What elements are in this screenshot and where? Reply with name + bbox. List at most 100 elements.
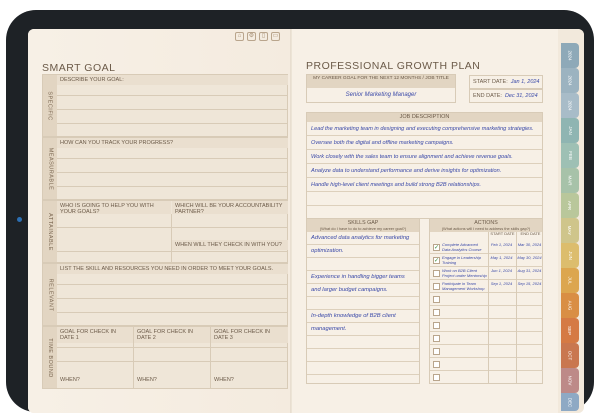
checkin-date-1-header: GOAL FOR CHECK IN DATE 1 <box>57 327 133 343</box>
tab-oct[interactable]: OCT <box>561 343 579 368</box>
tab-dec[interactable]: DEC <box>561 393 579 411</box>
end-date-value: Dec 31, 2024 <box>504 93 538 99</box>
career-goal-box[interactable]: MY CAREER GOAL FOR THE NEXT 12 MONTHS / … <box>306 74 456 103</box>
checkbox[interactable] <box>433 283 440 290</box>
action-text: Complete Advanced Data Analytics Course <box>442 242 482 252</box>
skill-line: and larger budget campaigns. <box>307 284 419 297</box>
action-row-empty <box>430 333 543 345</box>
action-end: Mar 30, 2024 <box>517 242 542 247</box>
specific-section: SPECIFIC DESCRIBE YOUR GOAL: <box>42 74 288 137</box>
skill-line-empty <box>307 349 419 362</box>
side-label: TIME BOUND <box>43 327 57 388</box>
side-label: SPECIFIC <box>43 75 57 136</box>
page-icon[interactable]: ▯ <box>259 32 268 41</box>
settings-icon[interactable]: ⚙ <box>247 32 256 41</box>
action-row: Participate in Team Management Workshop … <box>430 281 543 293</box>
tab-jan[interactable]: JAN <box>561 118 579 143</box>
when-label-3: WHEN? <box>214 377 234 383</box>
checkbox[interactable] <box>433 374 440 381</box>
checkin-header: WHEN WILL THEY CHECK IN WITH YOU? <box>172 240 288 250</box>
job-line: Lead the marketing team in designing and… <box>307 122 542 136</box>
action-text: Participate in Team Management Workshop <box>442 281 485 291</box>
side-label: ATTAINABLE <box>43 201 57 262</box>
job-line: Work closely with the sales team to ensu… <box>307 150 542 164</box>
end-date-label: END DATE: <box>473 93 502 99</box>
checkbox[interactable] <box>433 309 440 316</box>
tab-year-2[interactable]: 2024 <box>561 68 579 93</box>
top-toolbar: ⌂ ⚙ ▯ ▭ <box>235 32 280 41</box>
side-label: MEASURABLE <box>43 138 57 199</box>
bookmark-icon[interactable]: ▭ <box>271 32 280 41</box>
checkin-date-3-header: GOAL FOR CHECK IN DATE 3 <box>211 327 288 343</box>
job-line: Handle high-level client meetings and bu… <box>307 178 542 192</box>
action-start: May 1, 2024 <box>490 255 513 260</box>
checkbox[interactable]: ✓ <box>433 257 440 264</box>
tab-year-3[interactable]: 2024 <box>561 93 579 118</box>
action-row-empty <box>430 372 543 384</box>
home-icon[interactable]: ⌂ <box>235 32 244 41</box>
action-row-empty <box>430 320 543 332</box>
section-header: HOW CAN YOU TRACK YOUR PROGRESS? <box>57 138 288 148</box>
helpers-header: WHO IS GOING TO HELP YOU WITH YOUR GOALS… <box>57 201 171 215</box>
action-row-empty <box>430 359 543 371</box>
checkin-date-2-header: GOAL FOR CHECK IN DATE 2 <box>134 327 210 343</box>
checkbox[interactable] <box>433 322 440 329</box>
job-line-empty <box>307 192 542 206</box>
skills-gap-subheader: (What do I have to do to achieve my care… <box>319 225 407 231</box>
end-date-col: END DATE <box>516 231 544 242</box>
checkbox[interactable] <box>433 348 440 355</box>
actions-box[interactable]: ACTIONS (What actions will I need to addr… <box>429 218 543 384</box>
timebound-section: TIME BOUND GOAL FOR CHECK IN DATE 1 GOAL… <box>42 326 288 389</box>
checkbox[interactable] <box>433 335 440 342</box>
action-start: Sep 1, 2024 <box>490 281 513 286</box>
tab-may[interactable]: MAY <box>561 218 579 243</box>
measurable-section: MEASURABLE HOW CAN YOU TRACK YOUR PROGRE… <box>42 137 288 200</box>
skill-line <box>307 258 419 271</box>
page-title: SMART GOAL <box>42 62 116 74</box>
action-row-empty <box>430 307 543 319</box>
planner-screen: SMART GOAL ⌂ ⚙ ▯ ▭ SPECIFIC DESCRIBE YOU… <box>28 29 584 413</box>
skill-line <box>307 297 419 310</box>
checkbox[interactable]: ✓ <box>433 244 440 251</box>
tab-jul[interactable]: JUL <box>561 268 579 293</box>
tab-sep[interactable]: SEP <box>561 318 579 343</box>
growth-plan-page: PROFESSIONAL GROWTH PLAN MY CAREER GOAL … <box>292 29 558 413</box>
job-description-header: JOB DESCRIPTION <box>307 113 542 122</box>
section-header: DESCRIBE YOUR GOAL: <box>57 75 288 85</box>
tab-nov[interactable]: NOV <box>561 368 579 393</box>
skills-gap-header: SKILLS GAP (What do I have to do to achie… <box>307 219 419 232</box>
action-row-empty <box>430 294 543 306</box>
tab-year-1[interactable]: 2024 <box>561 43 579 68</box>
tab-apr[interactable]: APR <box>561 193 579 218</box>
end-date-field[interactable]: END DATE: Dec 31, 2024 <box>469 89 543 103</box>
career-goal-value: Senior Marketing Manager <box>345 92 417 98</box>
action-text: Engage in Leadership Training <box>442 255 481 265</box>
start-date-value: Jan 1, 2024 <box>510 79 540 85</box>
checkbox[interactable] <box>433 296 440 303</box>
action-row: Work on B2B Client Project under Mentors… <box>430 268 543 280</box>
tab-aug[interactable]: AUG <box>561 293 579 318</box>
checkbox[interactable] <box>433 270 440 277</box>
skills-gap-box[interactable]: SKILLS GAP (What do I have to do to achie… <box>306 218 420 384</box>
job-line: Oversee both the digital and offline mar… <box>307 136 542 150</box>
start-date-label: START DATE: <box>473 79 508 85</box>
start-date-field[interactable]: START DATE: Jan 1, 2024 <box>469 75 543 89</box>
action-start: Feb 1, 2024 <box>490 242 513 247</box>
attainable-section: ATTAINABLE WHO IS GOING TO HELP YOU WITH… <box>42 200 288 263</box>
tablet-frame: SMART GOAL ⌂ ⚙ ▯ ▭ SPECIFIC DESCRIBE YOU… <box>6 10 594 413</box>
action-text: Work on B2B Client Project under Mentors… <box>442 268 487 278</box>
tab-jun[interactable]: JUN <box>561 243 579 268</box>
relevant-section: RELEVANT LIST THE SKILL AND RESOURCES YO… <box>42 263 288 326</box>
job-description-box[interactable]: JOB DESCRIPTION Lead the marketing team … <box>306 112 543 219</box>
side-label: RELEVANT <box>43 264 57 325</box>
checkbox[interactable] <box>433 361 440 368</box>
tab-feb[interactable]: FEB <box>561 143 579 168</box>
skill-line: management. <box>307 323 419 336</box>
page-title: PROFESSIONAL GROWTH PLAN <box>306 60 481 72</box>
skill-line-empty <box>307 362 419 375</box>
skill-line-empty <box>307 336 419 349</box>
when-label-2: WHEN? <box>137 377 157 383</box>
action-end: Sep 15, 2024 <box>517 281 542 286</box>
smart-goal-page: SMART GOAL ⌂ ⚙ ▯ ▭ SPECIFIC DESCRIBE YOU… <box>28 29 292 413</box>
tab-mar[interactable]: MAR <box>561 168 579 193</box>
